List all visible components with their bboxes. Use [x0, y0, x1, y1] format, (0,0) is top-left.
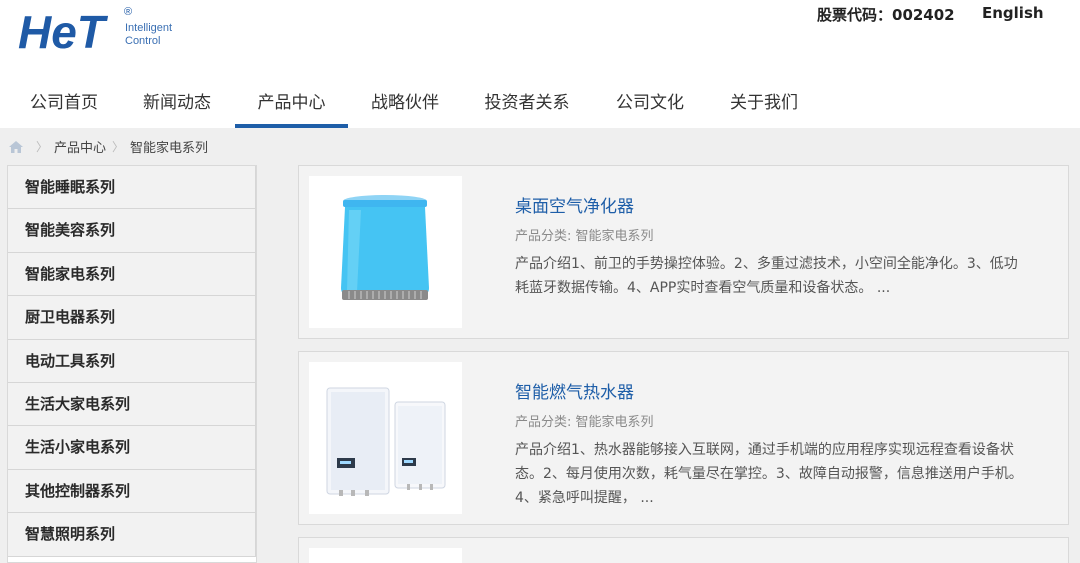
- sidebar-item-other-controllers[interactable]: 其他控制器系列: [8, 469, 256, 514]
- air-purifier-illustration: [341, 195, 429, 300]
- logo-subtitle: Intelligent Control: [125, 22, 172, 48]
- sidebar-item-large-appliance[interactable]: 生活大家电系列: [8, 382, 256, 427]
- product-image-air-purifier[interactable]: [309, 176, 462, 328]
- nav-item-partners[interactable]: 战略伙伴: [369, 90, 441, 128]
- breadcrumb-item-current: 智能家电系列: [130, 141, 209, 156]
- stock-code: 股票代码：002402: [817, 6, 955, 24]
- product-title[interactable]: 桌面空气净化器: [515, 192, 634, 217]
- nav-item-products[interactable]: 产品中心: [235, 90, 348, 128]
- nav-item-about[interactable]: 关于我们: [728, 90, 800, 128]
- main-nav: 公司首页 新闻动态 产品中心 战略伙伴 投资者关系 公司文化 关于我们: [0, 90, 1080, 128]
- sidebar-item-sleep[interactable]: 智能睡眠系列: [8, 166, 256, 210]
- logo-subtitle-line1: Intelligent: [125, 22, 173, 34]
- sidebar-item-smart-lighting[interactable]: 智慧照明系列: [8, 513, 256, 557]
- logo-letters: HeT: [18, 6, 109, 54]
- nav-item-news[interactable]: 新闻动态: [141, 90, 213, 128]
- product-description: 产品介绍1、热水器能够接入互联网，通过手机端的应用程序实现远程查看设备状态。2、…: [515, 442, 1023, 506]
- product-description: 产品介绍1、前卫的手势操控体验。2、多重过滤技术，小空间全能净化。3、低功耗蓝牙…: [515, 256, 1018, 296]
- product-title[interactable]: 智能燃气热水器: [515, 378, 634, 403]
- nav-item-home[interactable]: 公司首页: [28, 90, 100, 128]
- breadcrumb-separator: 〉: [112, 140, 125, 154]
- product-card: [298, 537, 1069, 563]
- sidebar-item-kitchen-bath[interactable]: 厨卫电器系列: [8, 296, 256, 340]
- home-icon[interactable]: [8, 140, 24, 154]
- product-category: 产品分类: 智能家电系列: [515, 229, 654, 244]
- sidebar-item-small-appliance[interactable]: 生活小家电系列: [8, 426, 256, 470]
- water-heater-illustration: [326, 387, 446, 496]
- breadcrumb-item-products[interactable]: 产品中心: [54, 137, 106, 156]
- header-bar: HeT ® Intelligent Control 股票代码：002402 En…: [0, 0, 1080, 128]
- language-switch-link[interactable]: English: [982, 4, 1044, 22]
- product-card: 智能燃气热水器 产品分类: 智能家电系列 产品介绍1、热水器能够接入互联网，通过…: [298, 351, 1069, 525]
- sidebar-item-beauty[interactable]: 智能美容系列: [8, 209, 256, 253]
- breadcrumb: 〉 产品中心 〉 智能家电系列: [8, 137, 208, 156]
- nav-item-culture[interactable]: 公司文化: [614, 90, 686, 128]
- logo-subtitle-line2: Control: [125, 35, 161, 47]
- breadcrumb-separator: 〉: [36, 140, 49, 154]
- het-logo-mark: HeT: [18, 6, 109, 54]
- category-sidebar: 智能睡眠系列 智能美容系列 智能家电系列 厨卫电器系列 电动工具系列 生活大家电…: [7, 165, 257, 563]
- product-image-gas-water-heater[interactable]: [309, 362, 462, 514]
- nav-item-investors[interactable]: 投资者关系: [483, 90, 571, 128]
- het-logo[interactable]: HeT ® Intelligent Control: [16, 6, 216, 56]
- registered-mark: ®: [124, 6, 133, 18]
- product-image[interactable]: [309, 548, 462, 563]
- product-card: 桌面空气净化器 产品分类: 智能家电系列 产品介绍1、前卫的手势操控体验。2、多…: [298, 165, 1069, 339]
- sidebar-item-home-appliance[interactable]: 智能家电系列: [8, 252, 256, 297]
- product-category: 产品分类: 智能家电系列: [515, 415, 654, 430]
- sidebar-item-power-tools[interactable]: 电动工具系列: [8, 339, 256, 383]
